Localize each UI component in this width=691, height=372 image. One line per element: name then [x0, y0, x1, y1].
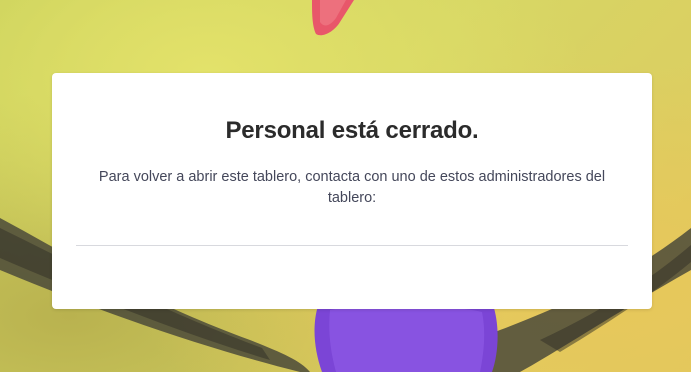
- admins-list-divider: [76, 245, 628, 246]
- board-closed-message: Para volver a abrir este tablero, contac…: [98, 169, 606, 206]
- board-closed-dialog: Personal está cerrado. Para volver a abr…: [52, 73, 652, 309]
- board-closed-title: Personal está cerrado.: [225, 117, 479, 144]
- bird-throat-highlight-shape: [329, 305, 485, 372]
